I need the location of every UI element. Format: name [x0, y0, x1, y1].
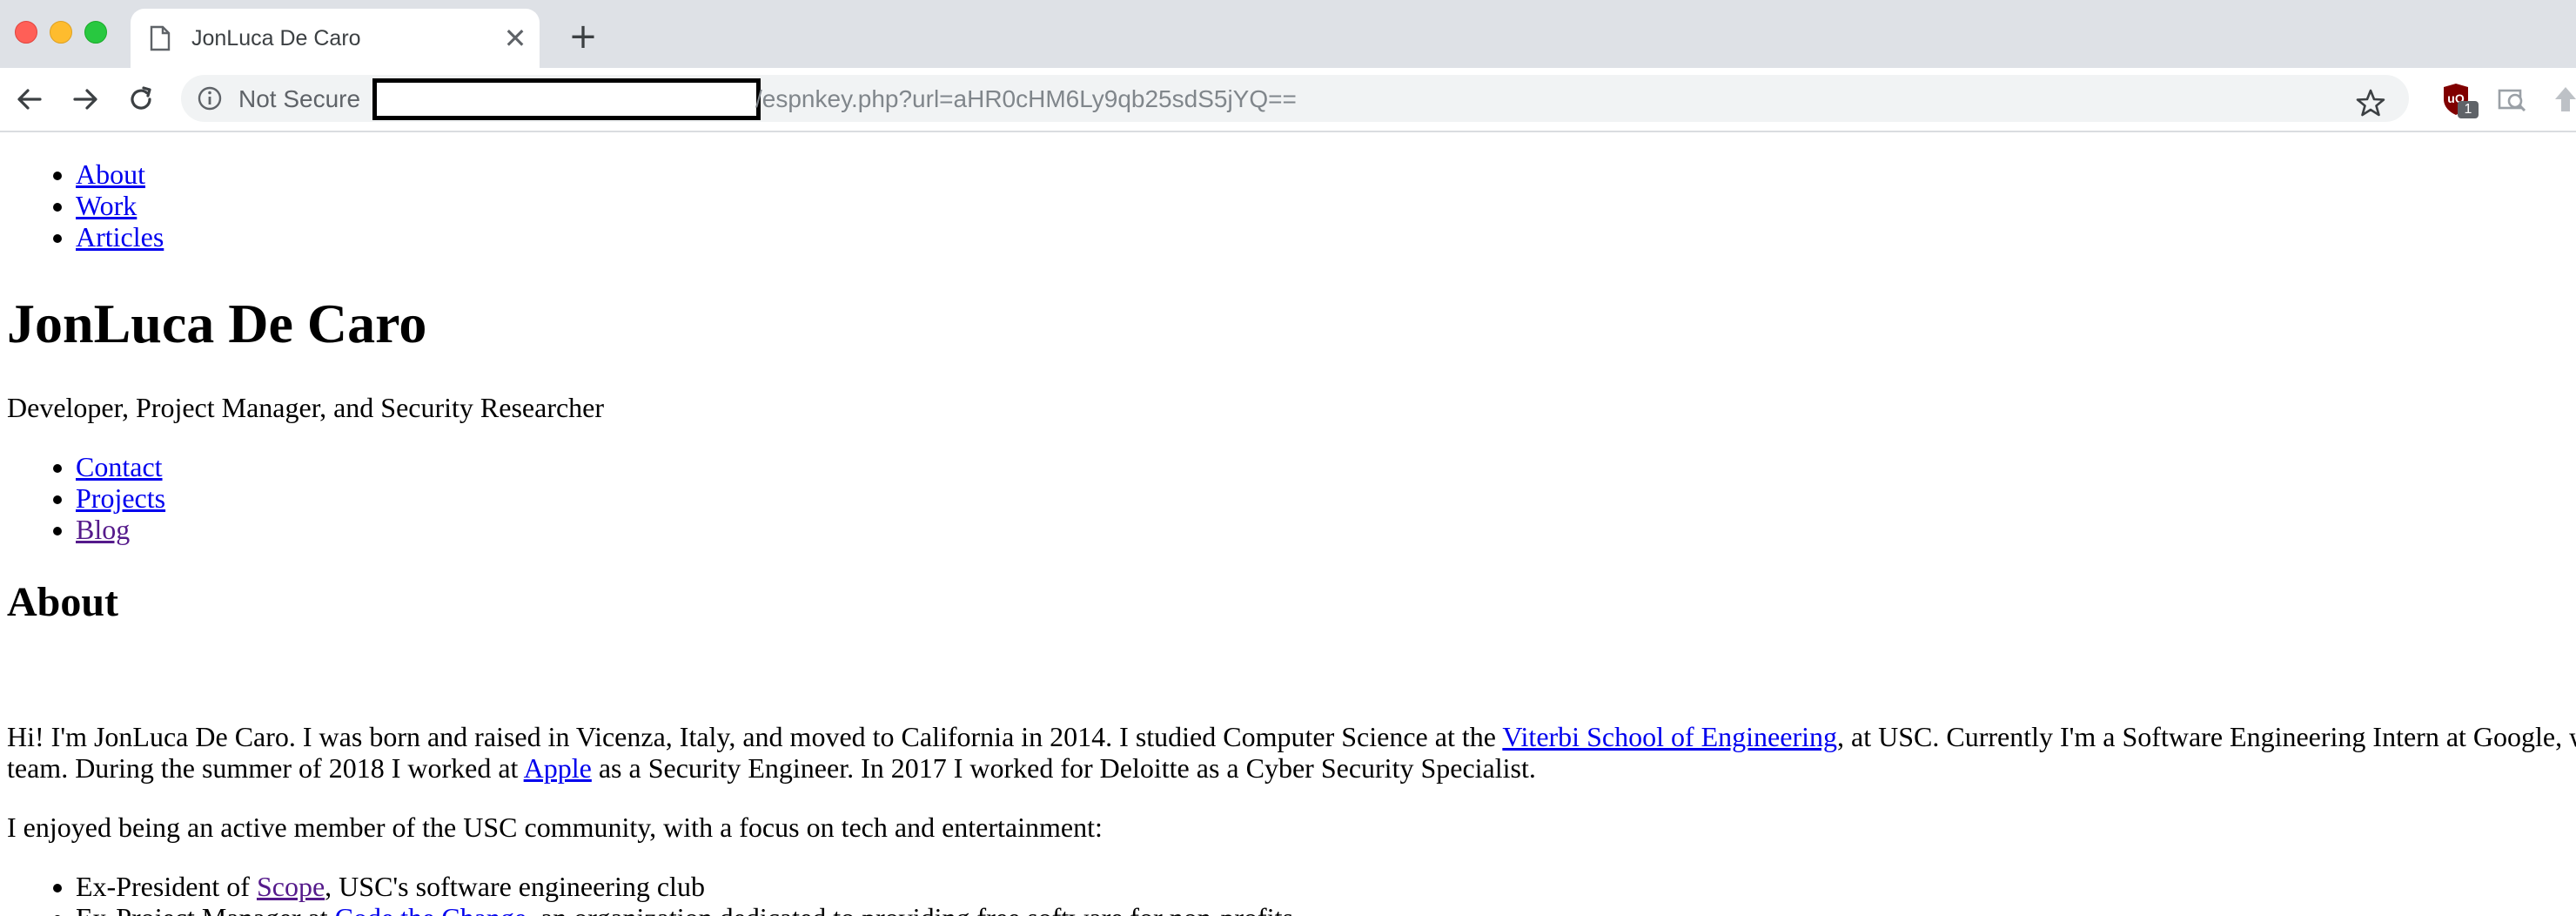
bio-text: team. During the summer of 2018 I worked… [7, 752, 524, 784]
usc-intro: I enjoyed being an active member of the … [7, 812, 1103, 843]
reload-icon[interactable] [125, 84, 157, 115]
usc-activity-list: Ex-President of Scope, USC's software en… [0, 871, 1293, 916]
page-content: About Work Articles JonLuca De Caro Deve… [0, 132, 2576, 916]
close-tab-icon[interactable]: ✕ [501, 24, 529, 52]
scope-link[interactable]: Scope [257, 871, 325, 902]
list-item: Work [76, 190, 164, 221]
list-item: Projects [76, 482, 165, 514]
nav-link-contact[interactable]: Contact [76, 451, 163, 482]
item-prefix: Ex-Project Manager at [76, 902, 335, 916]
code-the-change-link[interactable]: Code the Change [335, 902, 527, 916]
item-suffix: , an organization dedicated to providing… [527, 902, 1293, 916]
extension-badge: 1 [2458, 101, 2479, 118]
new-tab-button[interactable]: + [562, 16, 604, 57]
ublock-shield-icon[interactable]: uO 1 [2438, 82, 2479, 118]
item-suffix: , USC's software engineering club [325, 871, 705, 902]
nav-link-work[interactable]: Work [76, 190, 137, 221]
page-title: JonLuca De Caro [7, 293, 427, 354]
list-item: Ex-President of Scope, USC's software en… [76, 871, 1293, 902]
viterbi-link[interactable]: Viterbi School of Engineering [1502, 721, 1837, 752]
browser-tab-strip: JonLuca De Caro ✕ + [0, 0, 2576, 68]
nav-link-projects[interactable]: Projects [76, 482, 165, 514]
item-prefix: Ex-President of [76, 871, 257, 902]
bookmark-star-icon[interactable] [2355, 87, 2386, 118]
upload-arrow-icon[interactable] [2548, 82, 2576, 117]
close-window-button[interactable] [15, 21, 37, 44]
list-item: Contact [76, 451, 165, 482]
address-bar[interactable]: Not Secure /espnkey.php?url=aHR0cHM6Ly9q… [181, 75, 2409, 122]
maximize-window-button[interactable] [84, 21, 107, 44]
url-text[interactable]: /espnkey.php?url=aHR0cHM6Ly9qb25sdS5jYQ=… [755, 85, 1297, 113]
url-redaction-box [372, 78, 761, 120]
browser-tab-active[interactable]: JonLuca De Caro ✕ [131, 9, 540, 68]
tagline: Developer, Project Manager, and Security… [7, 392, 605, 423]
inspect-extension-icon[interactable] [2494, 82, 2529, 117]
list-item: Blog [76, 514, 165, 545]
nav-link-about[interactable]: About [76, 158, 145, 190]
nav-link-articles[interactable]: Articles [76, 221, 164, 253]
info-icon[interactable] [197, 85, 223, 111]
list-item: Articles [76, 221, 164, 253]
back-arrow-icon[interactable] [14, 84, 45, 115]
forward-arrow-icon[interactable] [70, 84, 101, 115]
about-heading: About [7, 579, 119, 625]
nav-link-blog[interactable]: Blog [76, 514, 130, 545]
bio-paragraph: Hi! I'm JonLuca De Caro. I was born and … [7, 721, 2576, 784]
bio-text: as a Security Engineer. In 2017 I worked… [591, 752, 1536, 784]
page-icon [150, 25, 171, 51]
list-item: Ex-Project Manager at Code the Change, a… [76, 902, 1293, 916]
bio-text: Hi! I'm JonLuca De Caro. I was born and … [7, 721, 1503, 752]
tab-title: JonLuca De Caro [191, 26, 361, 51]
browser-toolbar: Not Secure /espnkey.php?url=aHR0cHM6Ly9q… [0, 68, 2576, 132]
security-indicator[interactable]: Not Secure [238, 85, 360, 113]
secondary-nav-list: Contact Projects Blog [0, 451, 165, 545]
minimize-window-button[interactable] [50, 21, 72, 44]
bio-text: , at USC. Currently I'm a Software Engin… [1837, 721, 2576, 752]
top-nav-list: About Work Articles [0, 158, 164, 253]
list-item: About [76, 158, 164, 190]
apple-link[interactable]: Apple [524, 752, 592, 784]
